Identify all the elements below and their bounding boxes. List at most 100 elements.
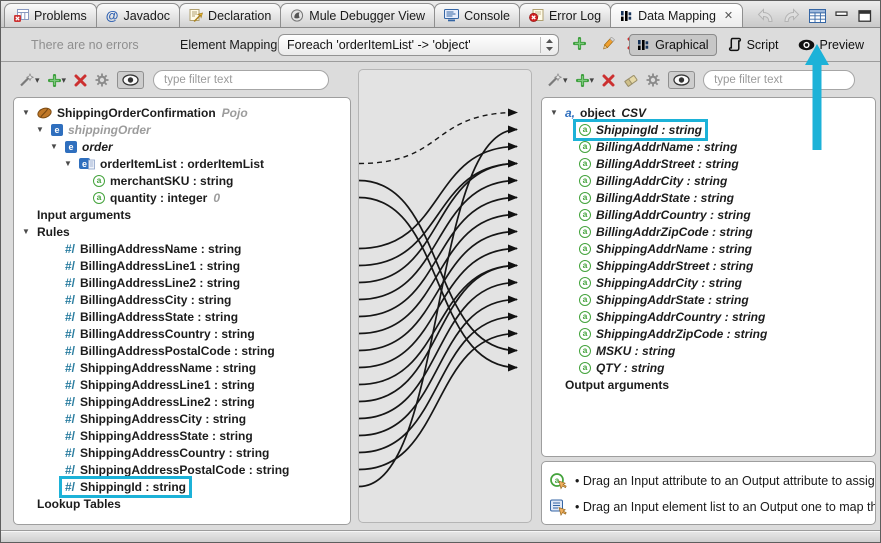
properties-button[interactable]: [646, 73, 660, 87]
tree-row-shippingaddresscountry[interactable]: #/ ShippingAddressCountry : string: [22, 444, 350, 461]
tab-strip: Problems @ Javadoc Declaration Mule Debugger…: [4, 3, 744, 27]
tab-problems[interactable]: Problems: [4, 3, 97, 27]
rule-icon: #/: [65, 258, 76, 273]
tree-row-billingaddressline1[interactable]: #/ BillingAddressLine1 : string: [22, 257, 350, 274]
tree-row-billingaddresscountry[interactable]: #/ BillingAddressCountry : string: [22, 325, 350, 342]
tree-row-billingaddresscity[interactable]: #/ BillingAddressCity : string: [22, 291, 350, 308]
tree-row-billingaddrcity[interactable]: a BillingAddrCity : string: [550, 172, 875, 189]
tree-row-shippingaddrstate[interactable]: a ShippingAddrState : string: [550, 291, 875, 308]
tree-row-billingaddrzipcode[interactable]: a BillingAddrZipCode : string: [550, 223, 875, 240]
maximize-icon[interactable]: [858, 9, 872, 22]
edit-mapping-button[interactable]: [600, 37, 616, 52]
eye-icon: [122, 74, 139, 86]
attribute-mapping-curve[interactable]: [359, 210, 518, 335]
tab-label: Data Mapping: [638, 8, 716, 23]
tab-mule-debugger-view[interactable]: Mule Debugger View: [280, 3, 436, 27]
section-input[interactable]: Input arguments: [22, 206, 350, 223]
node-text: BillingAddrStreet : string: [596, 156, 739, 171]
tree-row-billingaddresspostalcode[interactable]: #/ BillingAddressPostalCode : string: [22, 342, 350, 359]
tree-row-shippingid[interactable]: #/ ShippingId : string: [22, 475, 350, 498]
expand-arrow-icon[interactable]: ▼: [64, 159, 76, 168]
node-text: ShippingAddressLine1 : string: [80, 377, 255, 392]
tab-close-icon[interactable]: ✕: [724, 9, 733, 22]
tree-row-billingaddressstate[interactable]: #/ BillingAddressState : string: [22, 308, 350, 325]
dropdown-caret-icon: ▾: [589, 74, 595, 85]
tree-row-shippingaddresspostalcode[interactable]: #/ ShippingAddressPostalCode : string: [22, 461, 350, 478]
tree-row-order[interactable]: ▼ e order: [22, 138, 350, 155]
attribute-mapping-curve[interactable]: [359, 159, 518, 267]
tree-row-billingaddrstreet[interactable]: a BillingAddrStreet : string: [550, 155, 875, 172]
toggle-visibility-button[interactable]: [668, 71, 696, 89]
tree-row-shippingaddresscity[interactable]: #/ ShippingAddressCity : string: [22, 410, 350, 427]
tab-declaration[interactable]: Declaration: [179, 3, 282, 27]
mapping-wizard-button[interactable]: ▾: [547, 73, 568, 87]
expand-arrow-icon[interactable]: ▼: [50, 142, 62, 151]
tree-row-billingaddressname[interactable]: #/ BillingAddressName : string: [22, 240, 350, 257]
toggle-visibility-button[interactable]: [117, 71, 145, 89]
tab-data-mapping[interactable]: Data Mapping ✕: [610, 3, 744, 27]
tree-row-shippingaddrstreet[interactable]: a ShippingAddrStreet : string: [550, 257, 875, 274]
attribute-icon: a: [579, 191, 591, 204]
tree-row-qty[interactable]: a QTY : string: [550, 359, 875, 376]
mapping-canvas[interactable]: [358, 69, 532, 523]
delete-field-button[interactable]: [602, 74, 615, 87]
add-icon: [575, 73, 589, 87]
properties-button[interactable]: [95, 73, 109, 87]
mule-debugger-icon: [290, 9, 304, 22]
tab-error-log[interactable]: Error Log: [518, 3, 612, 27]
node-text: Output arguments: [565, 377, 669, 392]
add-mapping-button[interactable]: [573, 37, 586, 50]
forward-icon[interactable]: [783, 8, 800, 23]
tree-row-shippingorder[interactable]: ▼ e shippingOrder: [22, 121, 350, 138]
tree-row-shippingorderconfirmation[interactable]: ▼ ShippingOrderConfirmation Pojo: [22, 104, 350, 121]
tree-row-shippingaddressline2[interactable]: #/ ShippingAddressLine2 : string: [22, 393, 350, 410]
datamapper-main: ▾ ▾ ▼ShippingOrderConfirmationPojo▼eshipp…: [1, 63, 880, 529]
node-label: #/ BillingAddressLine1 : string: [62, 258, 243, 274]
tree-row-shippingaddrname[interactable]: a ShippingAddrName : string: [550, 240, 875, 257]
tree-row-quantity[interactable]: a quantity : integer 0: [22, 189, 350, 206]
node-text: BillingAddressName : string: [80, 241, 242, 256]
mode-graphical-button[interactable]: Graphical: [629, 33, 717, 56]
back-icon[interactable]: [757, 8, 774, 23]
tree-row-shippingaddressstate[interactable]: #/ ShippingAddressState : string: [22, 427, 350, 444]
hints-box: a • Drag an Input attribute to an Output …: [541, 461, 876, 525]
add-field-button[interactable]: ▾: [575, 73, 595, 87]
tree-row-shippingaddrcountry[interactable]: a ShippingAddrCountry : string: [550, 308, 875, 325]
tree-row-billingaddrstate[interactable]: a BillingAddrState : string: [550, 189, 875, 206]
node-text: merchantSKU : string: [110, 173, 234, 188]
section-output[interactable]: Output arguments: [550, 376, 875, 393]
expand-arrow-icon[interactable]: ▼: [550, 108, 562, 117]
tab-console[interactable]: Console: [434, 3, 520, 27]
node-label: a, object CSV: [562, 105, 649, 121]
tree-row-msku[interactable]: a MSKU : string: [550, 342, 875, 359]
attribute-mapping-curve[interactable]: [359, 125, 518, 488]
tree-row-shippingaddrzipcode[interactable]: a ShippingAddrZipCode : string: [550, 325, 875, 342]
expand-arrow-icon[interactable]: ▼: [36, 125, 48, 134]
view-menu-icon[interactable]: [809, 8, 826, 23]
node-label: a MSKU : string: [576, 343, 678, 359]
tree-row-billingaddressline2[interactable]: #/ BillingAddressLine2 : string: [22, 274, 350, 291]
tree-row-shippingaddressline1[interactable]: #/ ShippingAddressLine1 : string: [22, 376, 350, 393]
mode-script-button[interactable]: Script: [720, 33, 787, 56]
section-lookup[interactable]: Lookup Tables: [22, 495, 350, 512]
tree-row-shippingaddressname[interactable]: #/ ShippingAddressName : string: [22, 359, 350, 376]
tree-row-shippingaddrcity[interactable]: a ShippingAddrCity : string: [550, 274, 875, 291]
element-mapping-curve[interactable]: [359, 108, 518, 165]
tab-javadoc[interactable]: @ Javadoc: [95, 3, 181, 27]
tree-row-merchantsku[interactable]: a merchantSKU : string: [22, 172, 350, 189]
tree-row-billingaddrcountry[interactable]: a BillingAddrCountry : string: [550, 206, 875, 223]
mapping-wizard-button[interactable]: ▾: [19, 73, 40, 87]
javadoc-icon: @: [105, 8, 119, 23]
add-field-button[interactable]: ▾: [47, 73, 66, 87]
minimize-icon[interactable]: [835, 10, 849, 22]
filter-input[interactable]: [153, 70, 329, 90]
clear-button[interactable]: [623, 73, 638, 87]
tree-row-orderitemlist[interactable]: ▼ e orderItemList : orderItemList: [22, 155, 350, 172]
expand-arrow-icon[interactable]: ▼: [22, 108, 34, 117]
node-text: ShippingId : string: [596, 122, 702, 137]
expand-arrow-icon[interactable]: ▼: [22, 227, 34, 236]
delete-field-button[interactable]: [74, 74, 87, 87]
attribute-mapping-curve[interactable]: [359, 142, 518, 250]
section-rules[interactable]: ▼ Rules: [22, 223, 350, 240]
element-mapping-select[interactable]: Foreach 'orderItemList' -> 'object': [278, 34, 559, 56]
